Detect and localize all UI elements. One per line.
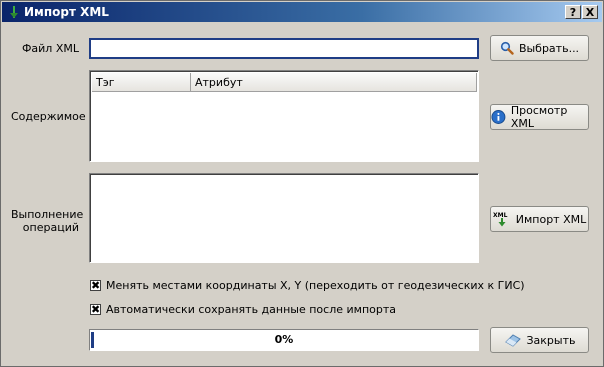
xml-file-label: Файл XML <box>21 42 79 55</box>
close-button[interactable]: Закрыть <box>490 327 589 353</box>
close-window-button[interactable]: X <box>582 5 598 19</box>
browse-button[interactable]: Выбрать... <box>490 35 589 61</box>
autosave-label[interactable]: Автоматически сохранять данные после имп… <box>106 303 396 316</box>
view-xml-button[interactable]: Просмотр XML <box>490 104 589 130</box>
import-xml-button-label: Импорт XML <box>515 212 587 226</box>
import-xml-button[interactable]: XML Импорт XML <box>490 206 589 232</box>
progress-text: 0% <box>274 333 294 346</box>
close-button-label: Закрыть <box>526 333 576 347</box>
info-icon <box>491 110 506 124</box>
xml-icon-text: XML <box>493 212 508 219</box>
swap-xy-checkbox[interactable]: ✖ <box>90 280 101 291</box>
app-icon <box>10 6 18 18</box>
content-tree[interactable]: Тэг Атрибут <box>89 70 479 162</box>
swap-xy-label[interactable]: Менять местами координаты X, Y (переходи… <box>106 279 525 292</box>
help-button[interactable]: ? <box>565 5 581 19</box>
operations-label-line2: операций <box>22 221 79 234</box>
xml-import-icon: XML <box>493 212 508 227</box>
column-header-attribute[interactable]: Атрибут <box>191 73 477 92</box>
import-xml-dialog: Импорт XML ? X Файл XML Выбрать... Содер… <box>0 0 604 367</box>
autosave-checkbox[interactable]: ✖ <box>90 304 101 315</box>
operations-label-line1: Выполнение <box>11 208 84 221</box>
browse-button-label: Выбрать... <box>518 41 580 55</box>
content-label: Содержимое <box>11 110 86 123</box>
xml-file-input[interactable] <box>89 38 479 59</box>
title-bar[interactable]: Импорт XML ? X <box>2 2 602 22</box>
import-progress-bar: 0% <box>89 329 479 351</box>
eraser-icon <box>504 334 521 347</box>
column-header-tag[interactable]: Тэг <box>92 73 191 92</box>
window-title: Импорт XML <box>24 5 109 19</box>
view-xml-button-label: Просмотр XML <box>510 104 568 130</box>
operations-log[interactable] <box>89 173 479 263</box>
operations-label: Выполнение операций <box>11 208 84 234</box>
magnifier-icon <box>500 41 514 55</box>
